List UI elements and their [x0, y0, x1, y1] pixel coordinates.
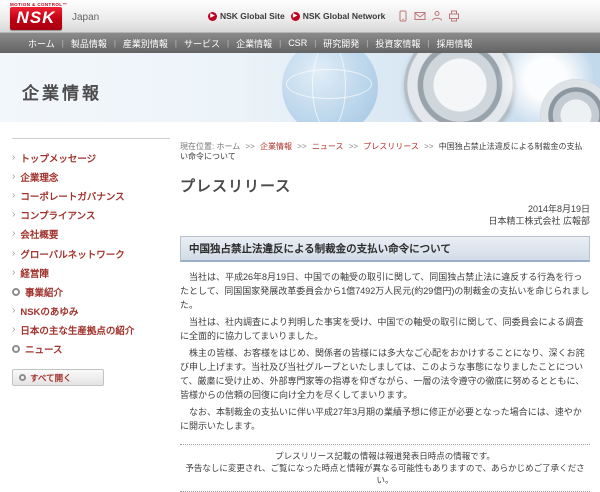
nav-separator: | — [279, 39, 281, 48]
sidebar-item-history[interactable]: ›NSKのあゆみ — [12, 302, 170, 321]
release-notice: プレスリリース記載の情報は報道発表日時点の情報です。 予告なしに変更され、ご覧に… — [180, 444, 590, 492]
content-area: ›トップメッセージ ›企業理念 ›コーポレートガバナンス ›コンプライアンス ›… — [0, 122, 600, 407]
global-site-label: NSK Global Site — [220, 11, 285, 21]
breadcrumb-home[interactable]: ホーム — [216, 142, 240, 151]
release-title: 中国独占禁止法違反による制裁金の支払い命令について — [180, 236, 590, 262]
arrow-bullet-icon: › — [12, 211, 15, 219]
circle-bullet-icon — [12, 345, 20, 353]
arrow-bullet-icon: › — [12, 173, 15, 181]
nav-item-industries[interactable]: 産業別情報 — [123, 37, 168, 50]
nav-separator: | — [366, 39, 368, 48]
paragraph: 当社は、平成26年8月19日、中国での軸受の取引に関して、同国独占禁止法に違反す… — [180, 270, 590, 312]
breadcrumb-press-release[interactable]: プレスリリース — [363, 142, 419, 151]
sidebar-menu: ›トップメッセージ ›企業理念 ›コーポレートガバナンス ›コンプライアンス ›… — [12, 138, 170, 359]
nsk-global-site-link[interactable]: ▶ NSK Global Site — [208, 11, 285, 21]
nav-separator: | — [114, 39, 116, 48]
sidebar-item-top-message[interactable]: ›トップメッセージ — [12, 148, 170, 167]
release-company: 日本精工株式会社 広報部 — [180, 216, 590, 228]
globe-longitude-line — [312, 53, 346, 122]
breadcrumb-separator: >> — [424, 142, 433, 151]
globe-image — [282, 53, 378, 122]
nav-separator: | — [227, 39, 229, 48]
circle-bullet-icon — [12, 288, 20, 296]
breadcrumb: 現在位置: ホーム >> 企業情報 >> ニュース >> プレスリリース >> … — [180, 142, 590, 162]
arrow-bullet-icon: › — [12, 250, 15, 258]
global-nav: ホーム | 製品情報 | 産業別情報 | サービス | 企業情報 | CSR | 研究開発 |… — [0, 33, 600, 53]
mobile-icon[interactable] — [397, 10, 409, 22]
nav-item-products[interactable]: 製品情報 — [71, 37, 107, 50]
sidebar-item-business[interactable]: 事業紹介 — [12, 282, 170, 301]
nav-item-home[interactable]: ホーム — [28, 37, 55, 50]
nav-item-services[interactable]: サービス — [184, 37, 220, 50]
nav-item-rd[interactable]: 研究開発 — [323, 37, 359, 50]
nav-item-investors[interactable]: 投資家情報 — [375, 37, 420, 50]
sidebar-item-compliance[interactable]: ›コンプライアンス — [12, 206, 170, 225]
notice-line: プレスリリース記載の情報は報道発表日時点の情報です。 — [182, 450, 588, 462]
sidebar-item-philosophy[interactable]: ›企業理念 — [12, 167, 170, 186]
breadcrumb-separator: >> — [349, 142, 358, 151]
nav-item-company[interactable]: 企業情報 — [236, 37, 272, 50]
nav-separator: | — [314, 39, 316, 48]
arrow-bullet-icon: › — [12, 154, 15, 162]
nav-item-careers[interactable]: 採用情報 — [436, 37, 472, 50]
sidebar-item-governance[interactable]: ›コーポレートガバナンス — [12, 186, 170, 205]
nsk-global-network-link[interactable]: ▶ NSK Global Network — [291, 11, 386, 21]
paragraph: なお、本制裁金の支払いに伴い平成27年3月期の業績予想に修正が必要となった場合に… — [180, 405, 590, 433]
utility-icon-group — [397, 10, 460, 22]
sidebar-item-company-profile[interactable]: ›会社概要 — [12, 225, 170, 244]
release-body: 当社は、平成26年8月19日、中国での軸受の取引に関して、同国独占禁止法に違反す… — [180, 270, 590, 433]
main-content: 現在位置: ホーム >> 企業情報 >> ニュース >> プレスリリース >> … — [178, 122, 600, 407]
nav-item-csr[interactable]: CSR — [288, 38, 307, 48]
mail-icon[interactable] — [414, 10, 426, 22]
arrow-bullet-icon: › — [12, 326, 15, 334]
nav-separator: | — [62, 39, 64, 48]
arrow-bullet-icon: › — [12, 269, 15, 277]
arrow-bullet-icon: › — [12, 230, 15, 238]
page-title: プレスリリース — [180, 175, 590, 196]
hero-banner: 企業情報 — [0, 53, 600, 122]
release-meta: 2014年8月19日 日本精工株式会社 広報部 — [180, 204, 590, 227]
sidebar-item-management[interactable]: ›経営陣 — [12, 263, 170, 282]
expand-all-icon — [19, 374, 26, 381]
sidebar-item-global-network[interactable]: ›グローバルネットワーク — [12, 244, 170, 263]
paragraph: 当社は、社内調査により判明した事実を受け、中国での軸受の取引に関して、同委員会に… — [180, 315, 590, 343]
breadcrumb-company[interactable]: 企業情報 — [260, 142, 292, 151]
nsk-logo[interactable]: MOTION & CONTROL™ NSK — [10, 2, 67, 30]
sidebar-item-japan-plants[interactable]: ›日本の主な生産拠点の紹介 — [12, 321, 170, 340]
printer-icon[interactable] — [448, 10, 460, 22]
arrow-bullet-icon: › — [12, 192, 15, 200]
breadcrumb-separator: >> — [297, 142, 306, 151]
breadcrumb-separator: >> — [245, 142, 254, 151]
region-label: Japan — [72, 12, 99, 23]
sidebar: ›トップメッセージ ›企業理念 ›コーポレートガバナンス ›コンプライアンス ›… — [0, 122, 178, 407]
section-title: 企業情報 — [22, 79, 102, 104]
nav-separator: | — [427, 39, 429, 48]
breadcrumb-news[interactable]: ニュース — [312, 142, 344, 151]
expand-all-button[interactable]: すべて開く — [12, 369, 104, 386]
red-arrow-icon: ▶ — [291, 12, 300, 21]
release-date: 2014年8月19日 — [180, 204, 590, 216]
top-header: MOTION & CONTROL™ NSK Japan ▶ NSK Global… — [0, 0, 600, 33]
global-network-label: NSK Global Network — [303, 11, 386, 21]
red-arrow-icon: ▶ — [208, 12, 217, 21]
person-icon[interactable] — [431, 10, 443, 22]
sidebar-item-news[interactable]: ニュース — [12, 340, 170, 359]
nav-separator: | — [175, 39, 177, 48]
paragraph: 株主の皆様、お客様をはじめ、関係者の皆様には多大なご心配をおかけすることになり、… — [180, 346, 590, 402]
arrow-bullet-icon: › — [12, 307, 15, 315]
nsk-logo-mark: NSK — [10, 7, 62, 30]
header-utility-links: ▶ NSK Global Site ▶ NSK Global Network — [208, 10, 460, 22]
notice-line: 予告なしに変更され、ご覧になった時点と情報が異なる可能性もありますので、あらかじ… — [182, 462, 588, 486]
page: MOTION & CONTROL™ NSK Japan ▶ NSK Global… — [0, 0, 600, 407]
breadcrumb-prefix: 現在位置: — [180, 142, 214, 151]
